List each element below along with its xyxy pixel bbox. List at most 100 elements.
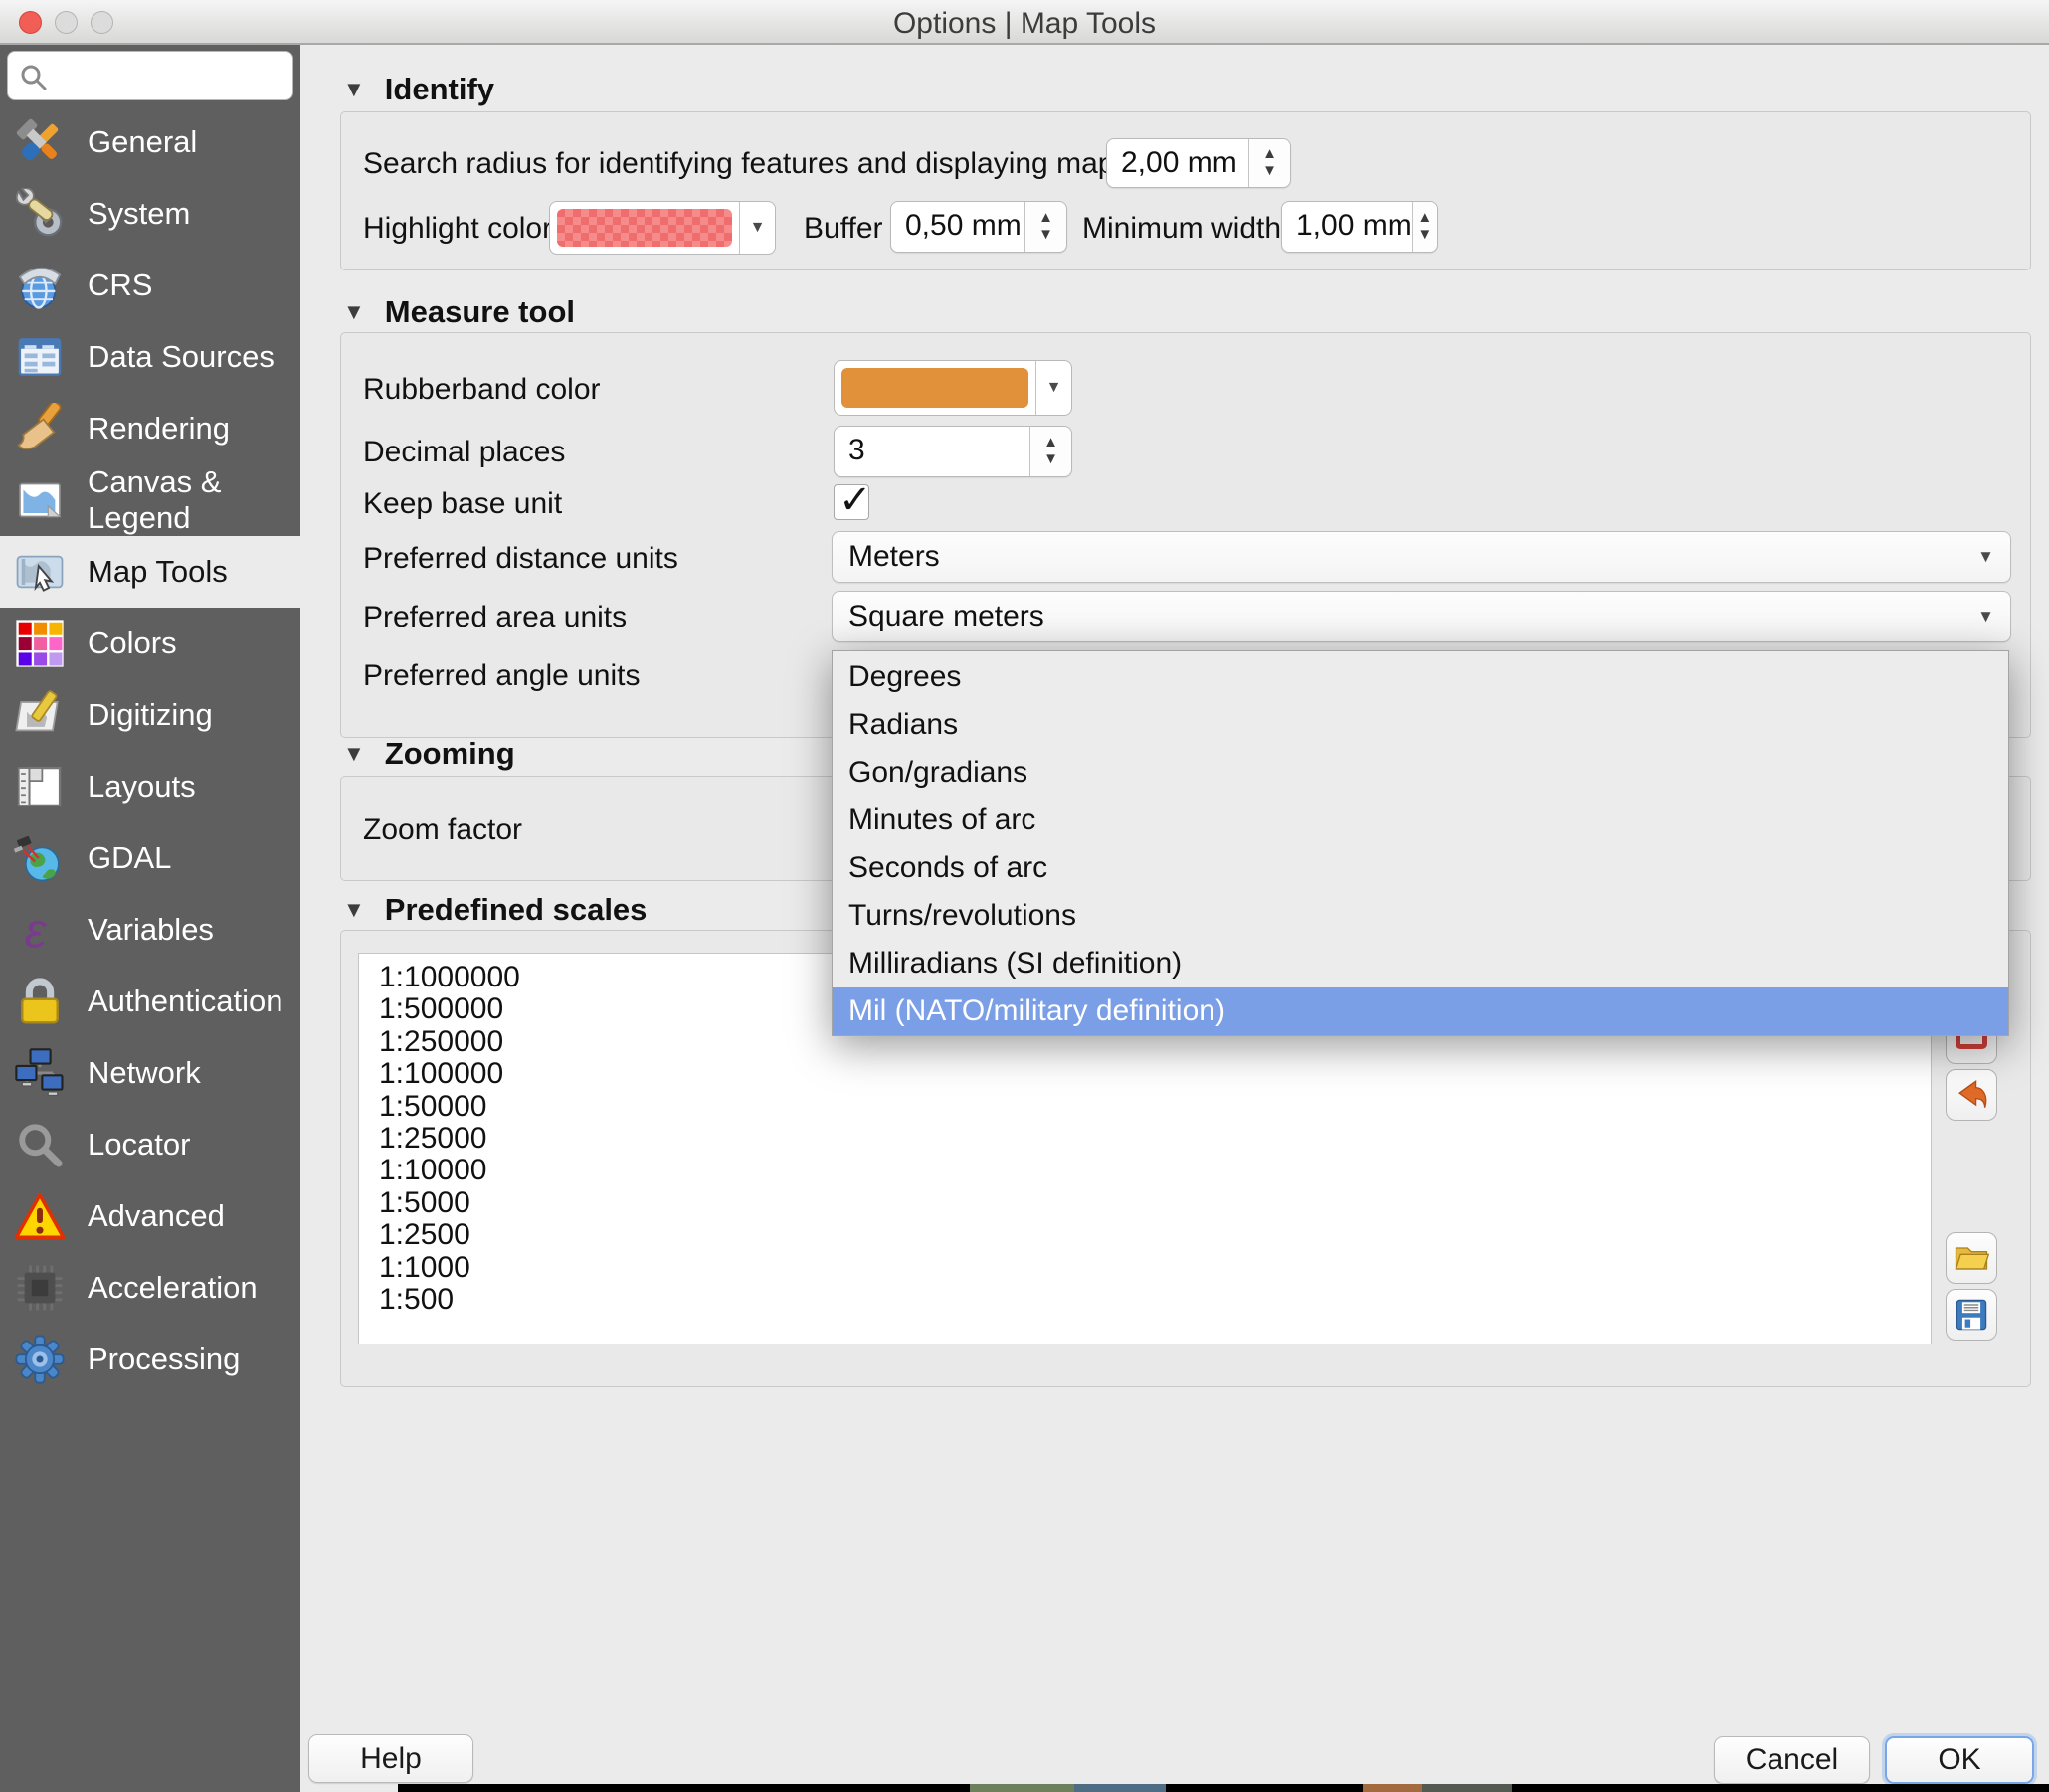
sidebar-item-locator[interactable]: Locator — [0, 1109, 300, 1180]
sidebar-item-label: Canvas & Legend — [88, 464, 300, 536]
dropdown-option-turns[interactable]: Turns/revolutions — [833, 892, 2008, 940]
sidebar-item-label: Rendering — [88, 411, 230, 447]
dropdown-option-degrees[interactable]: Degrees — [833, 653, 2008, 701]
color-dropdown-caret-icon[interactable]: ▼ — [1035, 361, 1071, 415]
sidebar-item-label: General — [88, 124, 197, 160]
keep-base-unit-checkbox[interactable]: ✓ — [834, 484, 869, 520]
titlebar[interactable]: Options | Map Tools — [0, 0, 2049, 45]
sidebar-item-system[interactable]: System — [0, 178, 300, 250]
zooming-section-header[interactable]: ▼ Zooming — [343, 736, 515, 772]
sidebar-item-digitizing[interactable]: Digitizing — [0, 679, 300, 751]
scale-list-item[interactable]: 1:10000 — [359, 1155, 1931, 1186]
buffer-label: Buffer — [804, 212, 883, 246]
sidebar-item-variables[interactable]: ε Variables — [0, 894, 300, 966]
help-button[interactable]: Help — [308, 1734, 473, 1783]
search-radius-label: Search radius for identifying features a… — [363, 147, 1169, 181]
scales-section-header[interactable]: ▼ Predefined scales — [343, 892, 647, 928]
area-units-combobox[interactable]: Square meters ▼ — [832, 591, 2011, 642]
angle-units-dropdown-menu: Degrees Radians Gon/gradians Minutes of … — [832, 650, 2009, 1036]
chevron-down-icon: ▼ — [1977, 607, 2010, 627]
sidebar-item-label: Layouts — [88, 769, 196, 805]
restore-defaults-button[interactable] — [1946, 1069, 1997, 1121]
crs-globe-icon — [14, 260, 66, 311]
sidebar-item-general[interactable]: General — [0, 106, 300, 178]
scale-list-item[interactable]: 1:2500 — [359, 1219, 1931, 1251]
distance-units-combobox[interactable]: Meters ▼ — [832, 531, 2011, 583]
highlight-color-button[interactable]: ▼ — [549, 201, 776, 255]
scale-list-item[interactable]: 1:500 — [359, 1284, 1931, 1316]
sidebar-item-gdal[interactable]: GDAL — [0, 822, 300, 894]
search-radius-spinbox[interactable]: 2,00 mm ▲ ▼ — [1106, 138, 1291, 188]
buffer-spinbox[interactable]: 0,50 mm ▲ ▼ — [890, 201, 1067, 253]
sidebar-item-processing[interactable]: Processing — [0, 1324, 300, 1395]
sidebar-search-field[interactable] — [7, 51, 293, 100]
spin-down-icon[interactable]: ▼ — [1417, 227, 1432, 244]
buffer-value: 0,50 mm — [891, 202, 1024, 252]
sidebar-item-label: CRS — [88, 268, 152, 303]
scale-list-item[interactable]: 1:25000 — [359, 1123, 1931, 1155]
general-tools-icon — [14, 116, 66, 168]
scale-list-item[interactable]: 1:100000 — [359, 1058, 1931, 1090]
rubberband-color-button[interactable]: ▼ — [834, 360, 1072, 416]
sidebar-item-advanced[interactable]: Advanced — [0, 1180, 300, 1252]
system-wrench-gear-icon — [14, 188, 66, 240]
scale-list-item[interactable]: 1:1000 — [359, 1252, 1931, 1284]
undo-arrow-icon — [1952, 1075, 1991, 1115]
sidebar-item-layouts[interactable]: Layouts — [0, 751, 300, 822]
spinner-buttons[interactable]: ▲ ▼ — [1029, 427, 1071, 476]
measure-section-header[interactable]: ▼ Measure tool — [343, 294, 575, 330]
spin-up-icon[interactable]: ▲ — [1038, 210, 1053, 227]
ok-button[interactable]: OK — [1885, 1736, 2034, 1784]
scale-list-item[interactable]: 1:5000 — [359, 1187, 1931, 1219]
sidebar-item-authentication[interactable]: Authentication — [0, 966, 300, 1037]
dropdown-option-mil-nato[interactable]: Mil (NATO/military definition) — [833, 987, 2008, 1035]
spin-down-icon[interactable]: ▼ — [1038, 227, 1053, 244]
import-scales-button[interactable] — [1946, 1232, 1997, 1284]
identify-section-header[interactable]: ▼ Identify — [343, 72, 494, 107]
digitizing-pencil-icon — [14, 689, 66, 741]
options-dialog: Options | Map Tools General — [0, 0, 2049, 1792]
min-width-spinbox[interactable]: 1,00 mm ▲ ▼ — [1281, 201, 1438, 253]
rendering-brush-icon — [14, 403, 66, 454]
sidebar-item-label: Data Sources — [88, 339, 275, 375]
spinner-buttons[interactable]: ▲ ▼ — [1412, 202, 1437, 252]
dropdown-option-seconds[interactable]: Seconds of arc — [833, 844, 2008, 892]
spin-up-icon[interactable]: ▲ — [1417, 210, 1432, 227]
sidebar-item-label: Locator — [88, 1127, 190, 1163]
sidebar-item-canvas-legend[interactable]: Canvas & Legend — [0, 464, 300, 536]
sidebar-item-map-tools[interactable]: Map Tools — [0, 536, 300, 608]
dropdown-option-minutes[interactable]: Minutes of arc — [833, 797, 2008, 844]
rubberband-color-swatch — [841, 368, 1028, 408]
color-dropdown-caret-icon[interactable]: ▼ — [739, 202, 775, 254]
zooming-header-label: Zooming — [385, 736, 515, 772]
sidebar-item-label: Processing — [88, 1342, 240, 1377]
sidebar-item-crs[interactable]: CRS — [0, 250, 300, 321]
dropdown-option-milliradians[interactable]: Milliradians (SI definition) — [833, 940, 2008, 987]
dropdown-option-gon[interactable]: Gon/gradians — [833, 749, 2008, 797]
scales-header-label: Predefined scales — [385, 892, 648, 928]
spin-up-icon[interactable]: ▲ — [1043, 435, 1058, 451]
sidebar-item-network[interactable]: Network — [0, 1037, 300, 1109]
sidebar-item-colors[interactable]: Colors — [0, 608, 300, 679]
decimal-places-spinbox[interactable]: 3 ▲ ▼ — [834, 426, 1072, 477]
decimal-places-label: Decimal places — [363, 436, 565, 469]
keep-base-unit-label: Keep base unit — [363, 487, 562, 521]
sidebar: General System — [0, 45, 300, 1792]
scale-list-item[interactable]: 1:50000 — [359, 1091, 1931, 1123]
spin-down-icon[interactable]: ▼ — [1043, 451, 1058, 468]
advanced-warning-icon — [14, 1190, 66, 1242]
sidebar-item-acceleration[interactable]: Acceleration — [0, 1252, 300, 1324]
map-tools-cursor-icon — [14, 546, 66, 598]
sidebar-item-data-sources[interactable]: Data Sources — [0, 321, 300, 393]
sidebar-item-label: Authentication — [88, 984, 282, 1019]
export-scales-button[interactable] — [1946, 1289, 1997, 1341]
spinner-buttons[interactable]: ▲ ▼ — [1248, 139, 1290, 187]
highlight-color-label: Highlight color — [363, 212, 552, 246]
collapse-triangle-icon: ▼ — [343, 77, 365, 102]
dropdown-option-radians[interactable]: Radians — [833, 701, 2008, 749]
spinner-buttons[interactable]: ▲ ▼ — [1024, 202, 1066, 252]
cancel-button[interactable]: Cancel — [1714, 1736, 1870, 1784]
spin-up-icon[interactable]: ▲ — [1262, 146, 1277, 163]
sidebar-item-rendering[interactable]: Rendering — [0, 393, 300, 464]
spin-down-icon[interactable]: ▼ — [1262, 163, 1277, 180]
